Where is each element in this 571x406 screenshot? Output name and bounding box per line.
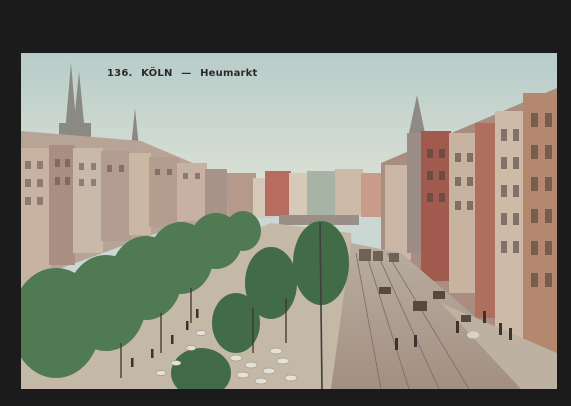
postcard-caption: 136. KÖLN — Heumarkt — [107, 68, 263, 79]
street-scene — [21, 53, 557, 389]
caption-city: KÖLN — [141, 68, 173, 79]
postcard-photo: 136. KÖLN — Heumarkt — [21, 53, 557, 389]
caption-place: Heumarkt — [200, 68, 258, 79]
image-frame: 136. KÖLN — Heumarkt — [0, 0, 571, 406]
caption-dash: — — [181, 68, 192, 79]
caption-number: 136. — [107, 68, 133, 79]
